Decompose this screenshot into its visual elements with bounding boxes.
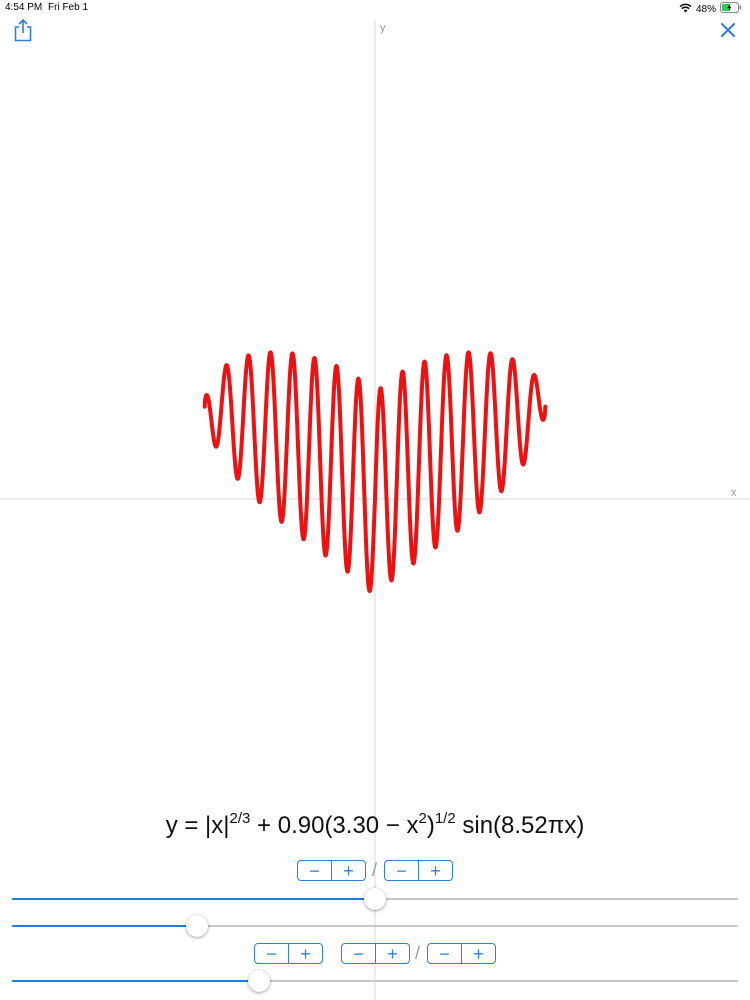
equation-mid: + 0.90(3.30 − x: [250, 812, 419, 839]
frequency-numerator-increment-button[interactable]: +: [375, 944, 409, 963]
x-axis-label: x: [731, 487, 737, 499]
constant-slider[interactable]: [12, 914, 738, 938]
denominator-increment-button[interactable]: +: [418, 861, 452, 880]
frequency-stepper[interactable]: − +: [254, 943, 323, 964]
frequency-numerator-decrement-button[interactable]: −: [342, 944, 375, 963]
slider-fill: [12, 925, 198, 927]
numerator-increment-button[interactable]: +: [331, 861, 365, 880]
numerator-decrement-button[interactable]: −: [298, 861, 331, 880]
frequency-denominator-increment-button[interactable]: +: [461, 944, 495, 963]
equation-lhs: y = |x|: [165, 812, 230, 839]
denominator-stepper[interactable]: − +: [384, 860, 453, 881]
numerator-stepper[interactable]: − +: [297, 860, 366, 881]
slider-fill: [12, 980, 259, 982]
slider-thumb[interactable]: [186, 915, 209, 937]
frequency-slider[interactable]: [12, 969, 738, 993]
slider-thumb[interactable]: [364, 888, 386, 910]
equation-exponent-2: 2: [418, 810, 427, 827]
y-axis-label: y: [380, 22, 386, 34]
slider-thumb[interactable]: [247, 970, 270, 992]
frequency-decrement-button[interactable]: −: [255, 944, 288, 963]
frequency-numerator-stepper[interactable]: − +: [341, 943, 410, 964]
coefficient-slider[interactable]: [12, 887, 738, 911]
equation-exponent-1: 2/3: [229, 810, 251, 827]
frequency-denominator-decrement-button[interactable]: −: [428, 944, 461, 963]
equation-tail: sin(8.52πx): [455, 812, 585, 839]
frequency-increment-button[interactable]: +: [288, 944, 322, 963]
slider-fill: [12, 898, 375, 900]
equation-exponent-3: 1/2: [434, 810, 456, 827]
equation-close: ): [426, 812, 435, 839]
function-graph[interactable]: [0, 0, 750, 1000]
frequency-fraction-separator: /: [415, 943, 421, 963]
fraction-separator: /: [372, 860, 378, 880]
equation-label: y = |x|2/3 + 0.90(3.30 − x2)1/2 sin(8.52…: [0, 810, 750, 840]
frequency-denominator-stepper[interactable]: − +: [427, 943, 496, 964]
denominator-decrement-button[interactable]: −: [385, 861, 418, 880]
